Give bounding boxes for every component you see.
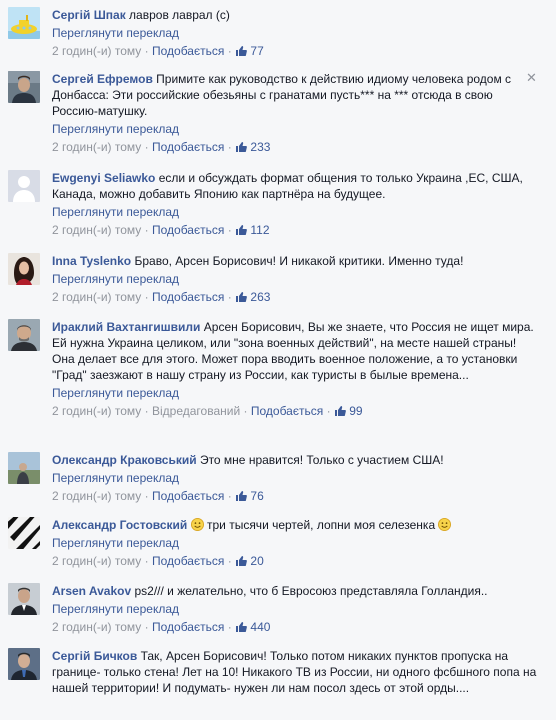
see-translation-link[interactable]: Переглянути переклад	[52, 204, 540, 220]
avatar[interactable]	[8, 648, 40, 680]
like-button[interactable]: Подобається	[251, 404, 323, 418]
timestamp[interactable]: 2 годин(-и) тому	[52, 44, 141, 58]
avatar[interactable]	[8, 583, 40, 615]
separator: ·	[227, 620, 232, 634]
separator: ·	[227, 223, 232, 237]
avatar[interactable]	[8, 319, 40, 351]
thumbs-up-icon	[236, 225, 247, 235]
like-button[interactable]: Подобається	[152, 223, 224, 237]
thumbs-up-icon	[236, 292, 247, 302]
comment-text: три тысячи чертей, лопни моя селезенка	[206, 518, 436, 532]
avatar[interactable]	[8, 517, 40, 549]
edited-label[interactable]: Відредагований	[152, 404, 240, 418]
see-translation-link[interactable]: Переглянути переклад	[52, 25, 540, 41]
comment-meta: 2 годин(-и) тому · Подобається · 440	[52, 619, 540, 635]
comment-author[interactable]: Сергей Ефремов	[52, 72, 153, 86]
separator: ·	[144, 404, 149, 418]
comment-meta: 2 годин(-и) тому · Подобається · 263	[52, 289, 540, 305]
comment-text: лавров лаврал (с)	[129, 8, 230, 22]
timestamp[interactable]: 2 годин(-и) тому	[52, 223, 141, 237]
close-icon[interactable]: ✕	[526, 71, 537, 84]
smiley-icon	[438, 518, 452, 531]
comment-author[interactable]: Inna Tyslenko	[52, 254, 131, 268]
see-translation-link[interactable]: Переглянути переклад	[52, 271, 540, 287]
separator: ·	[243, 404, 248, 418]
see-translation-link[interactable]: Переглянути переклад	[52, 385, 540, 401]
like-count[interactable]: 77	[235, 44, 264, 58]
like-button[interactable]: Подобається	[152, 554, 224, 568]
avatar[interactable]	[8, 71, 40, 103]
like-count[interactable]: 233	[235, 140, 270, 154]
thumbs-up-icon	[236, 142, 247, 152]
comment-author[interactable]: Сергій Шпак	[52, 8, 126, 22]
like-count[interactable]: 76	[235, 489, 264, 503]
separator: ·	[227, 44, 232, 58]
comment-author[interactable]: Александр Гостовский	[52, 518, 187, 532]
separator: ·	[144, 44, 149, 58]
timestamp[interactable]: 2 годин(-и) тому	[52, 620, 141, 634]
comment-meta: 2 годин(-и) тому · Відредагований · Подо…	[52, 403, 540, 419]
separator: ·	[227, 489, 232, 503]
timestamp[interactable]: 2 годин(-и) тому	[52, 489, 141, 503]
separator: ·	[144, 223, 149, 237]
timestamp[interactable]: 2 годин(-и) тому	[52, 404, 141, 418]
thumbs-up-icon	[236, 46, 247, 56]
comment-meta: 2 годин(-и) тому · Подобається · 112	[52, 222, 540, 238]
comment-meta: 2 годин(-и) тому · Подобається · 77	[52, 43, 540, 59]
avatar[interactable]	[8, 452, 40, 484]
separator: ·	[144, 290, 149, 304]
smiley-icon	[190, 518, 204, 531]
avatar[interactable]	[8, 7, 40, 39]
like-button[interactable]: Подобається	[152, 489, 224, 503]
thumbs-up-icon	[236, 491, 247, 501]
comment-author[interactable]: Ewgenyi Seliawko	[52, 171, 155, 185]
avatar[interactable]	[8, 170, 40, 202]
separator: ·	[227, 554, 232, 568]
see-translation-link[interactable]: Переглянути переклад	[52, 470, 540, 486]
comment-author[interactable]: Олександр Краковський	[52, 453, 197, 467]
thumbs-up-icon	[334, 406, 346, 416]
separator: ·	[227, 140, 232, 154]
thumbs-up-icon	[236, 622, 247, 632]
comment-meta: 2 годин(-и) тому · Подобається · 233	[52, 139, 540, 155]
like-count[interactable]: 20	[235, 554, 264, 568]
see-translation-link[interactable]: Переглянути переклад	[52, 121, 540, 137]
timestamp[interactable]: 2 годин(-и) тому	[52, 140, 141, 154]
comment-text: Браво, Арсен Борисович! И никакой критик…	[134, 254, 464, 268]
comment-text: ps2/// и желательно, что б Евросоюз пред…	[134, 584, 488, 598]
see-translation-link[interactable]: Переглянути переклад	[52, 535, 540, 551]
comment-author[interactable]: Arsen Avakov	[52, 584, 131, 598]
comment-meta: 2 годин(-и) тому · Подобається · 20	[52, 553, 540, 569]
separator: ·	[326, 404, 331, 418]
like-count[interactable]: 112	[235, 223, 270, 237]
separator: ·	[144, 554, 149, 568]
separator: ·	[144, 620, 149, 634]
comment-text: Это мне нравится! Только с участием США!	[199, 453, 444, 467]
comment-meta: 2 годин(-и) тому · Подобається · 76	[52, 488, 540, 504]
see-translation-link[interactable]: Переглянути переклад	[52, 601, 540, 617]
thumbs-up-icon	[236, 556, 247, 566]
like-count[interactable]: 99	[334, 404, 363, 418]
separator: ·	[227, 290, 232, 304]
like-button[interactable]: Подобається	[152, 620, 224, 634]
like-button[interactable]: Подобається	[152, 44, 224, 58]
timestamp[interactable]: 2 годин(-и) тому	[52, 290, 141, 304]
timestamp[interactable]: 2 годин(-и) тому	[52, 554, 141, 568]
separator: ·	[144, 489, 149, 503]
like-button[interactable]: Подобається	[152, 140, 224, 154]
comment-author[interactable]: Ираклий Вахтангишвили	[52, 320, 200, 334]
like-button[interactable]: Подобається	[152, 290, 224, 304]
avatar[interactable]	[8, 253, 40, 285]
like-count[interactable]: 440	[235, 620, 270, 634]
separator: ·	[144, 140, 149, 154]
comments-feed: Сергій Шпак лавров лаврал (с) Переглянут…	[0, 0, 556, 720]
like-count[interactable]: 263	[235, 290, 270, 304]
comment-author[interactable]: Сергій Бичков	[52, 649, 137, 663]
